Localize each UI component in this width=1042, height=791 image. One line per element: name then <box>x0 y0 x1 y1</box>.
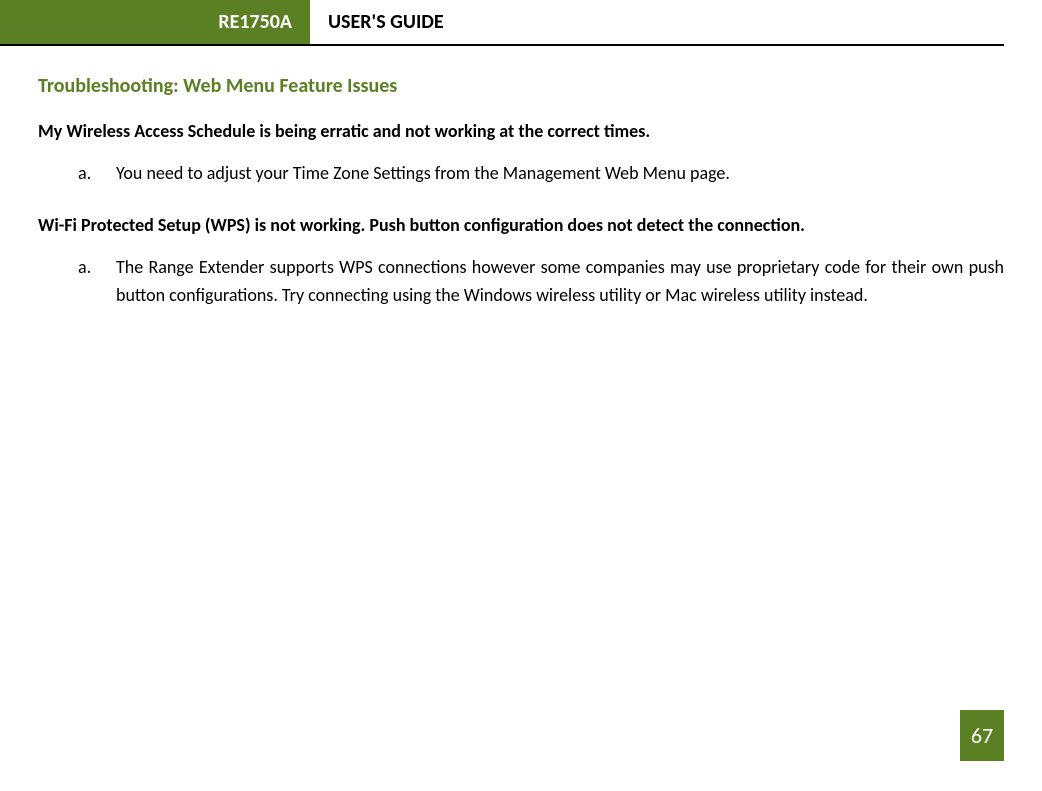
section-title: Troubleshooting: Web Menu Feature Issues <box>38 74 1004 98</box>
list-marker: a. <box>78 254 116 310</box>
list-text: You need to adjust your Time Zone Settin… <box>116 160 1004 188</box>
page-number: 67 <box>960 710 1004 761</box>
page-content: Troubleshooting: Web Menu Feature Issues… <box>0 46 1042 310</box>
list-marker: a. <box>78 160 116 188</box>
issue-heading: My Wireless Access Schedule is being err… <box>38 120 1004 142</box>
list-item: a. You need to adjust your Time Zone Set… <box>38 160 1004 188</box>
page-header: RE1750A USER'S GUIDE <box>0 0 1004 46</box>
issue-list: a. You need to adjust your Time Zone Set… <box>38 160 1004 188</box>
header-title: USER'S GUIDE <box>310 0 1004 44</box>
list-text: The Range Extender supports WPS connecti… <box>116 254 1004 310</box>
issue-list: a. The Range Extender supports WPS conne… <box>38 254 1004 310</box>
list-item: a. The Range Extender supports WPS conne… <box>38 254 1004 310</box>
issue-heading: Wi-Fi Protected Setup (WPS) is not worki… <box>38 214 1004 236</box>
header-model: RE1750A <box>0 0 310 44</box>
